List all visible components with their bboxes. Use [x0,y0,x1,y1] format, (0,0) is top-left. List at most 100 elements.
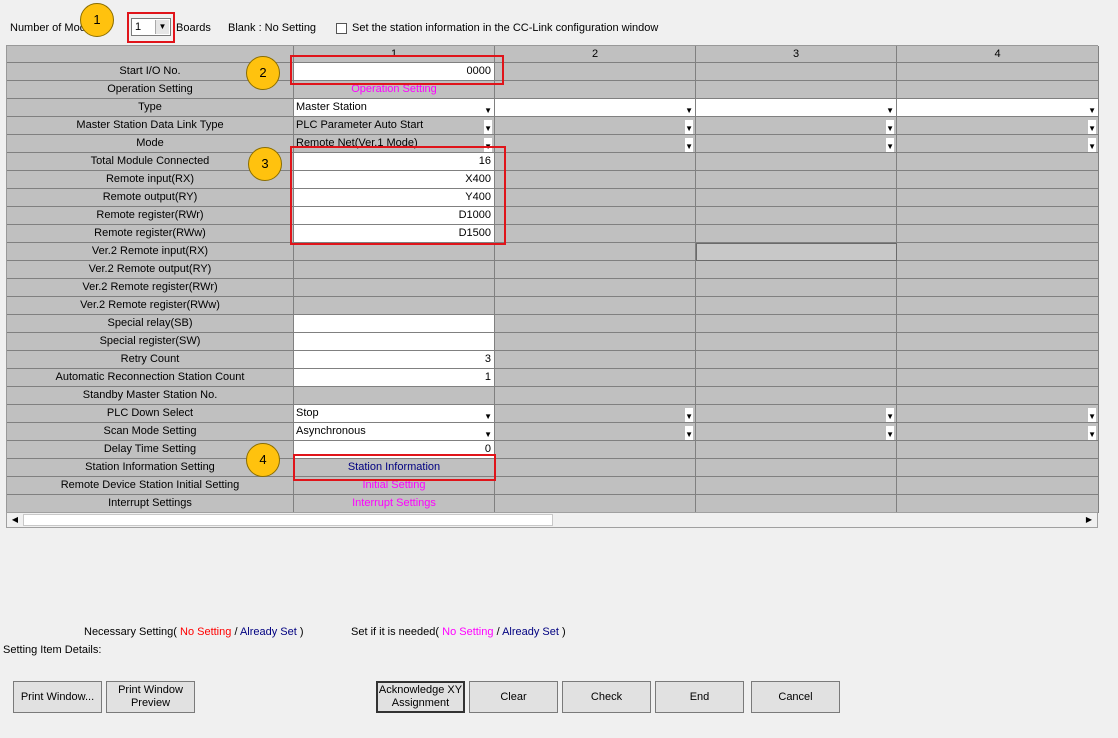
chevron-down-icon[interactable]: ▼ [1088,120,1096,134]
auto-reconnection-field[interactable]: 1 [294,369,495,387]
callout-1: 1 [80,3,114,37]
grid-cell [294,279,495,297]
legend-slash-2: / [496,626,500,638]
chevron-down-icon[interactable]: ▼ [886,120,894,134]
plc-down-select-2[interactable]: ▼ [495,405,696,423]
scan-mode-select[interactable]: Asynchronous ▼ [294,423,495,441]
interrupt-settings-button[interactable]: Interrupt Settings [294,495,495,513]
chevron-down-icon[interactable]: ▼ [685,138,693,152]
data-link-type-select-4[interactable]: ▼ [897,117,1099,135]
row-label: Remote register(RWw) [7,225,294,243]
print-window-button[interactable]: Print Window... [13,681,102,713]
grid-cell [495,333,696,351]
grid-cell [696,369,897,387]
type-select-4[interactable]: ▼ [897,99,1099,117]
grid-cell [495,369,696,387]
table-row: Scan Mode Setting Asynchronous ▼ ▼ ▼ ▼ [7,423,1099,441]
chevron-down-icon[interactable]: ▼ [1088,138,1096,152]
scan-mode-select-3[interactable]: ▼ [696,423,897,441]
special-register-sw-field[interactable] [294,333,495,351]
mode-select-2[interactable]: ▼ [495,135,696,153]
header-cell-4: 4 [897,46,1099,63]
grid-cell [294,261,495,279]
grid-cell [897,495,1099,513]
table-row: Start I/O No. 0000 [7,63,1099,81]
plc-down-select[interactable]: Stop ▼ [294,405,495,423]
table-row: Master Station Data Link Type PLC Parame… [7,117,1099,135]
type-select-3[interactable]: ▼ [696,99,897,117]
data-link-type-select[interactable]: PLC Parameter Auto Start ▼ [294,117,495,135]
horizontal-scrollbar[interactable]: ◀ ▶ [6,512,1098,528]
chevron-down-icon[interactable]: ▼ [484,120,492,134]
chevron-down-icon[interactable]: ▼ [886,426,894,440]
scrollbar-thumb[interactable] [23,514,553,526]
chevron-down-icon[interactable]: ▼ [1088,102,1096,116]
legend-already-set: Already Set [239,626,297,638]
data-link-type-select-3[interactable]: ▼ [696,117,897,135]
table-row: Remote Device Station Initial Setting In… [7,477,1099,495]
grid-cell [897,207,1099,225]
header-cell-3: 3 [696,46,897,63]
chevron-down-icon[interactable]: ▼ [886,408,894,422]
station-info-checkbox[interactable] [336,23,347,34]
acknowledge-xy-button[interactable]: Acknowledge XY Assignment [376,681,465,713]
grid-cell [696,171,897,189]
table-row: Automatic Reconnection Station Count 1 [7,369,1099,387]
chevron-down-icon[interactable]: ▼ [484,102,492,116]
grid-cell [696,459,897,477]
type-select-2[interactable]: ▼ [495,99,696,117]
grid-cell [897,81,1099,99]
cancel-button[interactable]: Cancel [751,681,840,713]
grid-cell [495,351,696,369]
grid-cell [294,387,495,405]
scroll-left-icon[interactable]: ◀ [7,513,23,527]
scroll-right-icon[interactable]: ▶ [1081,513,1097,527]
chevron-down-icon[interactable]: ▼ [886,102,894,116]
mode-select-3[interactable]: ▼ [696,135,897,153]
scan-mode-select-2[interactable]: ▼ [495,423,696,441]
data-link-type-select-2[interactable]: ▼ [495,117,696,135]
highlight-box-3 [290,146,506,245]
row-label: Ver.2 Remote input(RX) [7,243,294,261]
scan-mode-select-4[interactable]: ▼ [897,423,1099,441]
grid-cell [495,207,696,225]
chevron-down-icon[interactable]: ▼ [685,408,693,422]
chevron-down-icon[interactable]: ▼ [685,102,693,116]
grid-cell [495,297,696,315]
check-button[interactable]: Check [562,681,651,713]
number-of-modules-label: Number of Mod [10,22,86,34]
clear-button[interactable]: Clear [469,681,558,713]
type-select[interactable]: Master Station ▼ [294,99,495,117]
chevron-down-icon[interactable]: ▼ [685,426,693,440]
chevron-down-icon[interactable]: ▼ [685,120,693,134]
grid-cell-selected[interactable] [696,243,897,261]
legend-slash: / [234,626,238,638]
highlight-box-2 [290,55,504,85]
grid-cell [897,333,1099,351]
chevron-down-icon[interactable]: ▼ [484,408,492,422]
end-button[interactable]: End [655,681,744,713]
retry-count-field[interactable]: 3 [294,351,495,369]
chevron-down-icon[interactable]: ▼ [1088,408,1096,422]
chevron-down-icon[interactable]: ▼ [484,426,492,440]
chevron-down-icon[interactable]: ▼ [1088,426,1096,440]
grid-cell [696,63,897,81]
special-relay-sb-field[interactable] [294,315,495,333]
plc-down-select-3[interactable]: ▼ [696,405,897,423]
mode-select-4[interactable]: ▼ [897,135,1099,153]
grid-cell [897,243,1099,261]
callout-4: 4 [246,443,280,477]
legend-no-setting: No Setting [180,626,232,638]
grid-cell [495,315,696,333]
grid-cell [495,495,696,513]
grid-cell [897,459,1099,477]
grid-cell [696,261,897,279]
legend-already-set-2: Already Set [502,626,559,638]
row-label: Automatic Reconnection Station Count [7,369,294,387]
plc-down-select-4[interactable]: ▼ [897,405,1099,423]
header-cell-2: 2 [495,46,696,63]
chevron-down-icon[interactable]: ▼ [886,138,894,152]
highlight-box-4 [293,454,496,481]
grid-cell [696,189,897,207]
print-window-preview-button[interactable]: Print Window Preview [106,681,195,713]
